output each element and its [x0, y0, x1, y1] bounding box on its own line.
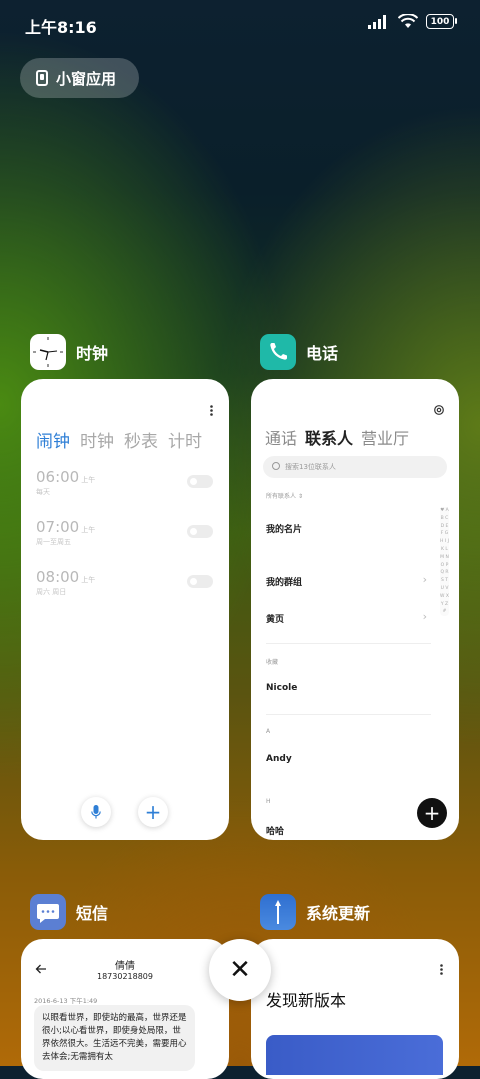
sms-app-header[interactable]: 短信: [30, 894, 108, 930]
phone-app-icon: [260, 334, 296, 370]
contact-item[interactable]: Nicole: [266, 683, 297, 693]
battery-level: 100: [430, 16, 450, 27]
more-icon[interactable]: [440, 964, 443, 975]
sms-date: 2016-6-13 下午1:49: [34, 997, 98, 1005]
add-alarm-button[interactable]: +: [138, 797, 168, 827]
floating-window-icon: [36, 70, 48, 86]
alarm-ampm: 上午: [81, 476, 96, 484]
signal-icon: [368, 14, 386, 29]
alarm-ampm: 上午: [81, 576, 96, 584]
tab-calls[interactable]: 通话: [265, 425, 297, 449]
sms-contact-name: 倩倩: [115, 961, 135, 972]
my-groups-item[interactable]: 我的群组: [266, 575, 302, 588]
update-app-icon: [260, 894, 296, 930]
update-app-card[interactable]: 发现新版本: [251, 939, 459, 1079]
alarm-time: 08:00: [36, 568, 80, 586]
tab-alarm[interactable]: 闹钟: [36, 427, 70, 452]
plus-icon: +: [144, 800, 162, 824]
status-bar: 上午8:16 100: [0, 0, 480, 46]
alarm-repeat: 周六 周日: [36, 588, 67, 596]
sort-icon: ⇕: [297, 493, 303, 500]
plus-icon: +: [423, 801, 441, 825]
add-contact-button[interactable]: +: [417, 798, 447, 828]
status-time: 上午8:16: [25, 18, 97, 37]
favorites-header: 收藏: [266, 659, 279, 666]
alarm-time: 06:00: [36, 468, 80, 486]
voice-alarm-button[interactable]: [81, 797, 111, 827]
message-bubble[interactable]: 以眼看世界，即使站的最高，世界还是很小;以心看世界，即使身处局限，世界依然很大。…: [34, 1005, 195, 1071]
clock-app-card[interactable]: 闹钟 时钟 秒表 计时 06:00 上午 每天 07:00 上午 周一至周五 08:…: [21, 379, 229, 840]
tab-contacts[interactable]: 联系人: [305, 425, 353, 449]
alarm-toggle[interactable]: [187, 575, 213, 588]
tab-stopwatch[interactable]: 秒表: [124, 427, 158, 452]
phone-app-name: 电话: [306, 344, 339, 363]
update-banner: [266, 1035, 443, 1075]
alarm-toggle[interactable]: [187, 525, 213, 538]
tab-service-hall[interactable]: 营业厅: [361, 425, 409, 449]
contact-item[interactable]: Andy: [266, 754, 292, 764]
alarm-repeat: 周一至周五: [36, 538, 71, 546]
sms-app-name: 短信: [76, 904, 109, 923]
status-icons: 100: [368, 14, 457, 29]
contacts-search-input[interactable]: 搜索13位联系人: [263, 456, 447, 478]
alphabet-index[interactable]: ♥ A B C D E F G H I J K L M N O P Q R S …: [440, 507, 449, 617]
floating-window-button[interactable]: 小窗应用: [20, 58, 139, 98]
search-placeholder: 搜索13位联系人: [285, 463, 336, 471]
tab-clock[interactable]: 时钟: [80, 427, 114, 452]
sms-contact-number: 18730218809: [97, 972, 153, 981]
alarm-repeat: 每天: [36, 488, 50, 496]
clock-tabs: 闹钟 时钟 秒表 计时: [36, 427, 202, 452]
alarm-time: 07:00: [36, 518, 80, 536]
contacts-filter[interactable]: 所有联系人 ⇕: [266, 491, 303, 500]
settings-gear-icon[interactable]: [433, 404, 445, 416]
section-header: H: [266, 798, 271, 805]
update-app-name: 系统更新: [306, 904, 371, 923]
sms-app-icon: [30, 894, 66, 930]
wifi-icon: [398, 14, 418, 28]
battery-icon: 100: [426, 14, 457, 29]
sms-app-card[interactable]: 倩倩 18730218809 2016-6-13 下午1:49 以眼看世界，即使…: [21, 939, 229, 1079]
floating-window-label: 小窗应用: [56, 69, 117, 88]
chevron-right-icon: ›: [422, 610, 427, 623]
clock-app-icon: [30, 334, 66, 370]
clock-app-name: 时钟: [76, 344, 109, 363]
tab-timer[interactable]: 计时: [168, 427, 202, 452]
divider: [266, 643, 431, 644]
section-header: A: [266, 728, 271, 735]
alarm-toggle[interactable]: [187, 475, 213, 488]
alarm-ampm: 上午: [81, 526, 96, 534]
filter-label: 所有联系人: [266, 493, 297, 500]
close-all-button[interactable]: ✕: [209, 939, 271, 1001]
phone-app-header[interactable]: 电话: [260, 334, 338, 370]
update-title: 发现新版本: [266, 991, 347, 1010]
contact-item[interactable]: 哈哈: [266, 824, 284, 837]
microphone-icon: [91, 805, 101, 819]
my-card-item[interactable]: 我的名片: [266, 522, 302, 535]
divider: [266, 714, 431, 715]
clock-app-header[interactable]: 时钟: [30, 334, 108, 370]
search-icon: [272, 462, 280, 470]
close-icon: ✕: [229, 955, 251, 985]
more-icon[interactable]: [210, 405, 213, 416]
phone-app-card[interactable]: 通话 联系人 营业厅 搜索13位联系人 所有联系人 ⇕ 我的名片 我的群组 › …: [251, 379, 459, 840]
update-app-header[interactable]: 系统更新: [260, 894, 370, 930]
phone-tabs: 通话 联系人 营业厅: [265, 425, 409, 449]
chevron-right-icon: ›: [422, 573, 427, 586]
yellow-pages-item[interactable]: 黄页: [266, 612, 284, 625]
